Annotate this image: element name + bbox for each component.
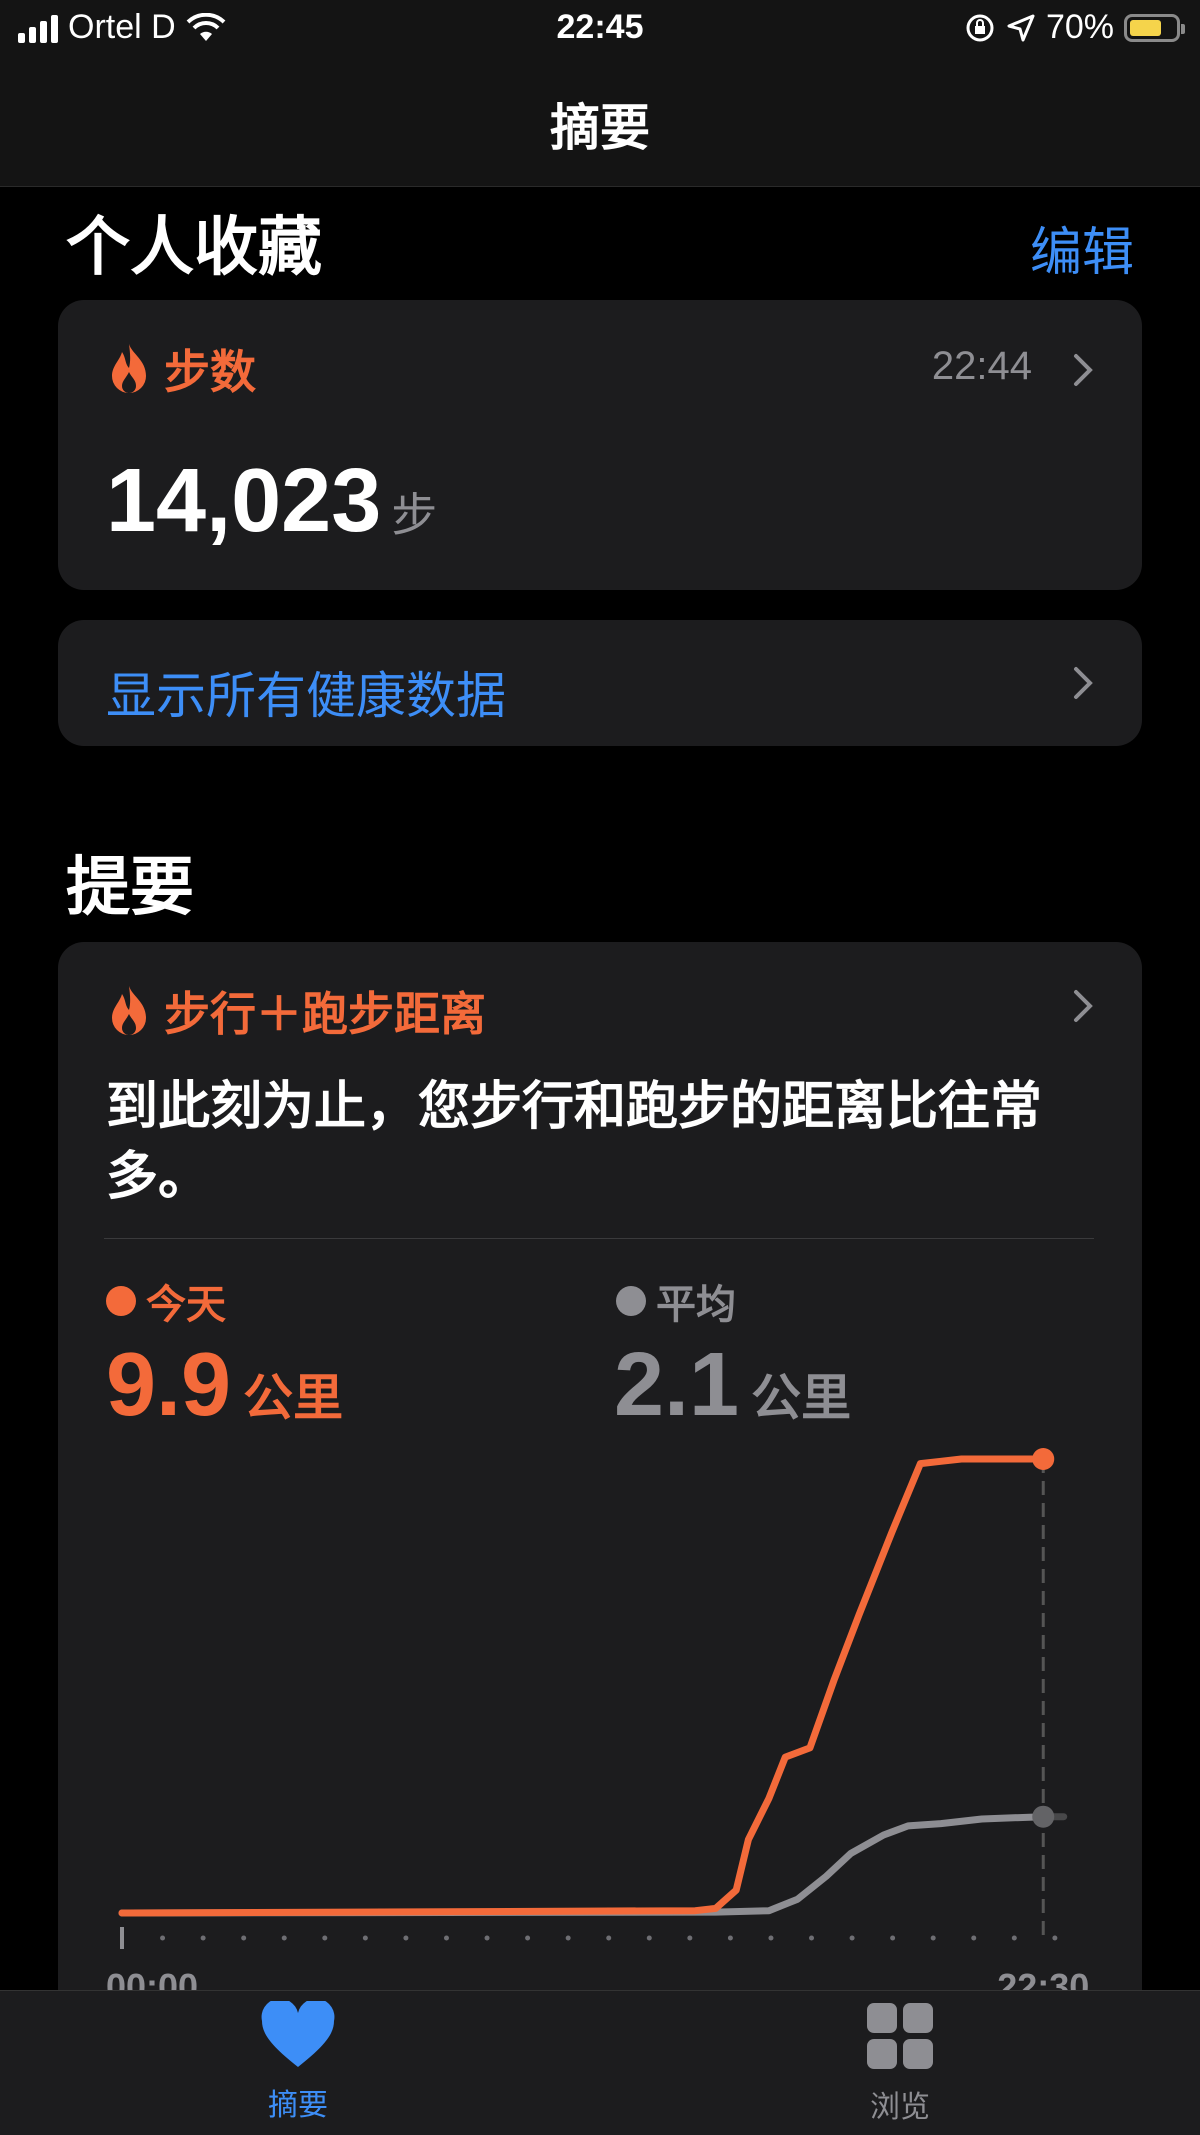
x-axis-minor-tick — [322, 1935, 328, 1941]
steps-card[interactable]: 步数 22:44 14,023 步 — [58, 300, 1142, 590]
x-axis-minor-tick — [525, 1935, 531, 1941]
rotation-lock-icon — [966, 14, 994, 41]
x-axis-minor-tick — [200, 1935, 206, 1941]
average-end-point — [1032, 1805, 1055, 1828]
edit-button[interactable]: 编辑 — [1030, 210, 1134, 285]
page-title: 摘要 — [550, 100, 650, 156]
highlights-heading: 提要 — [66, 851, 194, 923]
x-axis-minor-tick — [727, 1935, 733, 1941]
x-axis-minor-tick — [849, 1935, 855, 1941]
status-right: 70% — [964, 8, 1185, 47]
x-axis-minor-tick — [930, 1935, 936, 1941]
heart-icon — [261, 1998, 335, 2067]
favorites-heading: 个人收藏 — [66, 211, 322, 283]
tab-summary[interactable]: 摘要 — [198, 1998, 398, 2124]
steps-title: 步数 — [164, 346, 256, 398]
x-axis-minor-tick — [687, 1935, 693, 1941]
flame-icon — [112, 344, 146, 393]
x-axis-minor-tick — [160, 1935, 166, 1941]
x-axis-minor-tick — [362, 1935, 368, 1941]
steps-unit: 步 — [391, 489, 438, 541]
tab-bar: 摘要 浏览 — [0, 1990, 1200, 2135]
x-axis-minor-tick — [281, 1935, 287, 1941]
grid-icon — [867, 2003, 933, 2069]
x-axis-minor-tick — [809, 1935, 815, 1941]
x-axis-minor-tick — [1011, 1935, 1017, 1941]
series-line-today — [118, 1455, 1047, 1917]
chevron-right-icon — [1074, 667, 1093, 699]
x-axis-minor-tick — [565, 1935, 571, 1941]
x-axis-minor-tick — [646, 1935, 652, 1941]
x-axis-minor-tick — [403, 1935, 409, 1941]
x-axis-minor-tick — [1052, 1935, 1058, 1941]
x-axis-minor-tick — [484, 1935, 490, 1941]
steps-timestamp: 22:44 — [931, 344, 1032, 388]
series-line-average — [118, 1813, 1047, 1917]
battery-percent: 70% — [1045, 8, 1114, 46]
chart-ticks — [120, 1927, 1058, 1949]
steps-value: 14,023 — [106, 451, 382, 551]
steps-card-header: 步数 — [108, 336, 256, 402]
today-end-point — [1032, 1448, 1055, 1470]
battery-icon — [1124, 13, 1185, 42]
x-axis-minor-tick — [606, 1935, 612, 1941]
chevron-right-icon — [1074, 354, 1093, 386]
x-axis-minor-tick — [768, 1935, 774, 1941]
distance-chart: 00:00 22:30 — [106, 1448, 1089, 2002]
location-icon — [1007, 14, 1035, 41]
x-axis-minor-tick — [890, 1935, 896, 1941]
tab-browse-label: 浏览 — [870, 2091, 930, 2124]
show-all-health-data-label: 显示所有健康数据 — [106, 668, 506, 724]
status-bar: Ortel D 22:45 70% — [0, 0, 1200, 60]
x-axis-minor-tick — [241, 1935, 247, 1941]
walking-running-distance-card[interactable]: 步行＋跑步距离 到此刻为止，您步行和跑步的距离比往常多。 今天 平均 9.9 公里… — [58, 942, 1142, 2062]
navigation-bar: 摘要 — [0, 60, 1200, 187]
tab-summary-label: 摘要 — [268, 2089, 328, 2122]
x-axis-minor-tick — [971, 1935, 977, 1941]
steps-value-row: 14,023 步 — [106, 450, 437, 553]
show-all-health-data-row[interactable]: 显示所有健康数据 — [58, 620, 1142, 746]
x-axis-minor-tick — [443, 1935, 449, 1941]
tab-browse[interactable]: 浏览 — [800, 2001, 1000, 2126]
